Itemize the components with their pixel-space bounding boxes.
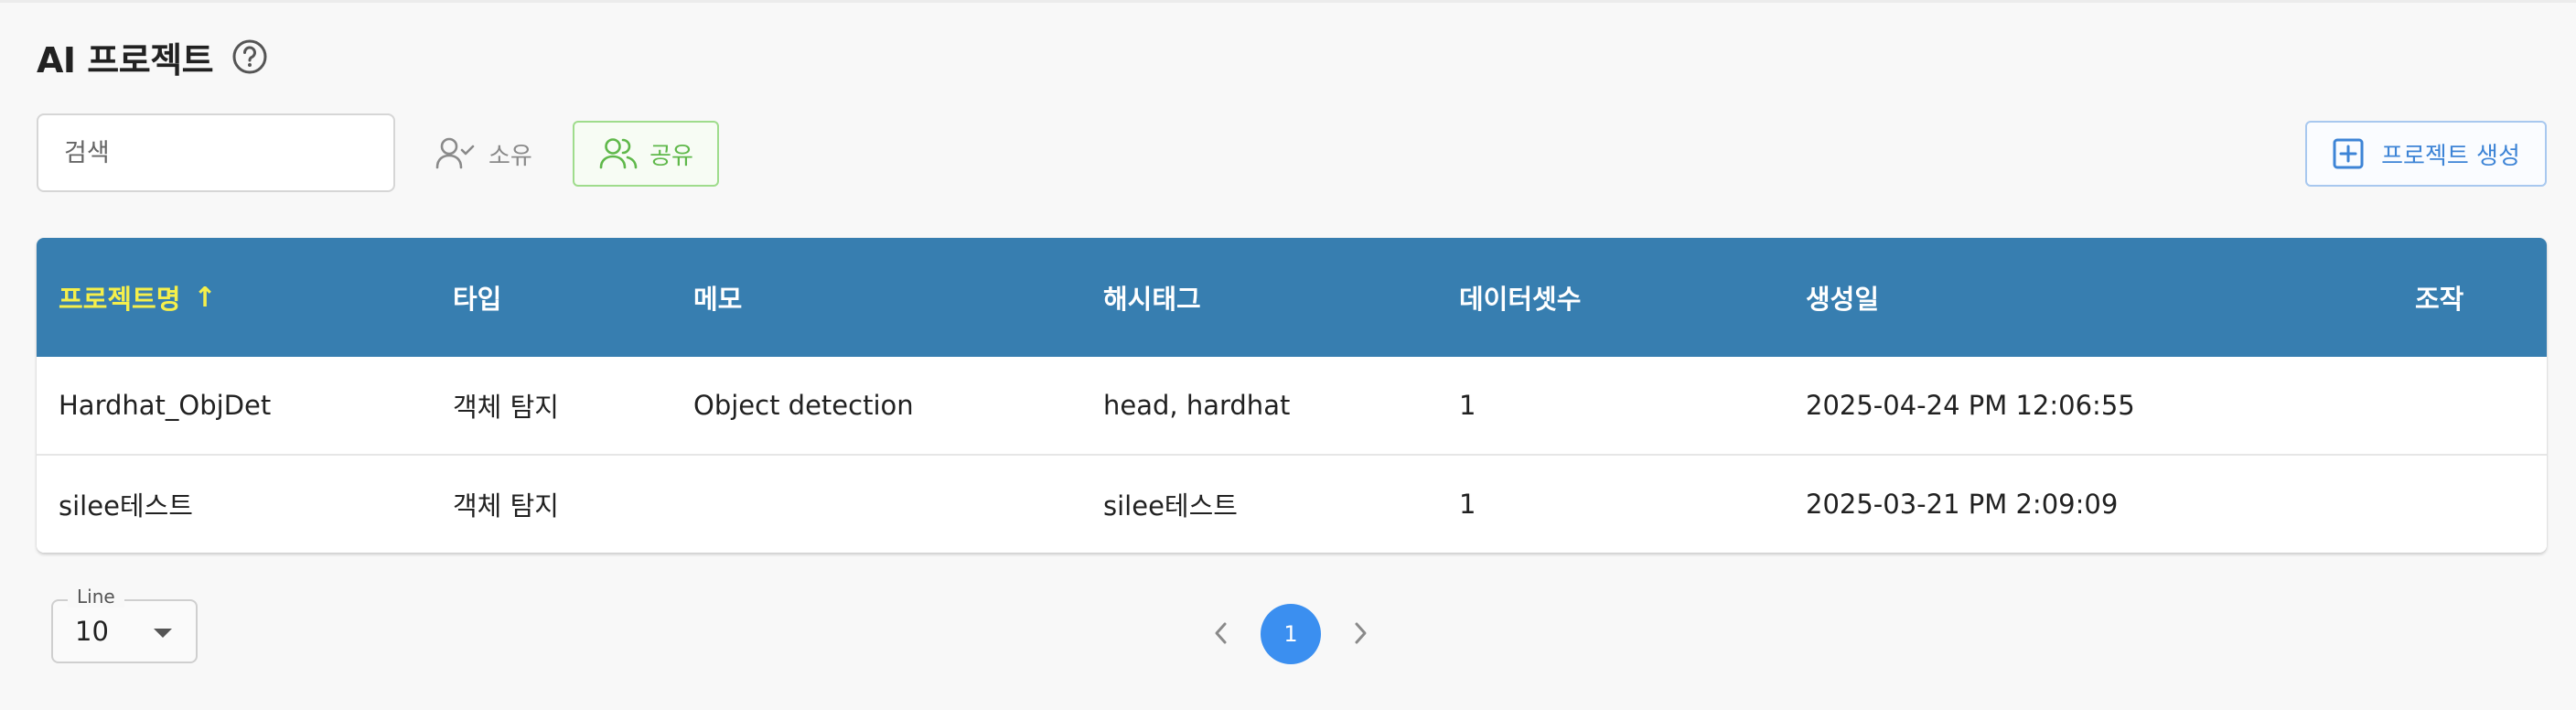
cell-created: 2025-04-24 PM 12:06:55 — [1806, 390, 2135, 421]
table-row[interactable]: silee테스트 객체 탐지 silee테스트 1 2025-03-21 PM … — [37, 456, 2547, 553]
cell-hashtags: silee테스트 — [1103, 490, 1238, 522]
cell-hashtags: head, hardhat — [1103, 390, 1291, 421]
user-check-icon — [435, 137, 475, 169]
column-header-memo[interactable]: 메모 — [693, 238, 742, 357]
rows-per-page-value: 10 — [75, 616, 109, 647]
table-header: 프로젝트명 ↑ 타입 메모 해시태그 데이터셋수 생성일 조작 — [37, 238, 2547, 357]
help-circle-icon[interactable] — [231, 38, 268, 75]
column-header-created[interactable]: 생성일 — [1806, 238, 1879, 357]
column-header-project-name[interactable]: 프로젝트명 ↑ — [59, 238, 217, 357]
share-filter-label: 공유 — [649, 142, 693, 170]
create-project-label: 프로젝트 생성 — [2381, 142, 2520, 170]
sort-arrow-up-icon: ↑ — [193, 281, 217, 314]
page-header: AI 프로젝트 — [37, 33, 268, 81]
users-icon — [599, 138, 638, 169]
rows-per-page-select[interactable]: Line 10 — [51, 586, 198, 663]
page-title: AI 프로젝트 — [37, 39, 214, 81]
chevron-left-icon — [1215, 622, 1227, 644]
search-box[interactable] — [37, 113, 395, 192]
column-header-label: 생성일 — [1806, 284, 1880, 315]
cell-type: 객체 탐지 — [453, 490, 559, 522]
column-header-label: 데이터셋수 — [1459, 284, 1582, 315]
prev-page-button[interactable] — [1209, 615, 1233, 651]
table-row[interactable]: Hardhat_ObjDet 객체 탐지 Object detection he… — [37, 357, 2547, 456]
cell-project-name: Hardhat_ObjDet — [59, 390, 272, 421]
column-header-type[interactable]: 타입 — [453, 238, 501, 357]
column-header-label: 프로젝트명 — [59, 284, 181, 315]
column-header-dataset-count[interactable]: 데이터셋수 — [1459, 238, 1581, 357]
search-input[interactable] — [62, 137, 393, 168]
rows-per-page-label: Line — [68, 586, 124, 608]
own-filter-button[interactable]: 소유 — [426, 121, 540, 187]
column-header-label: 조작 — [2415, 284, 2464, 315]
caret-down-icon — [154, 629, 172, 638]
cell-project-name: silee테스트 — [59, 490, 193, 522]
column-header-label: 해시태그 — [1103, 284, 1201, 315]
own-filter-label: 소유 — [488, 142, 532, 170]
plus-square-icon — [2333, 138, 2364, 169]
column-header-label: 메모 — [693, 284, 743, 315]
chevron-right-icon — [1355, 622, 1367, 644]
cell-dataset-count: 1 — [1459, 489, 1476, 520]
cell-type: 객체 탐지 — [453, 392, 559, 423]
cell-created: 2025-03-21 PM 2:09:09 — [1806, 489, 2119, 520]
cell-memo: Object detection — [693, 390, 914, 421]
page-button-current[interactable]: 1 — [1261, 604, 1321, 664]
column-header-actions: 조작 — [2415, 238, 2463, 357]
project-table: 프로젝트명 ↑ 타입 메모 해시태그 데이터셋수 생성일 조작 Hardhat_… — [37, 238, 2547, 553]
column-header-label: 타입 — [453, 284, 502, 315]
top-divider — [0, 0, 2576, 3]
share-filter-button[interactable]: 공유 — [573, 121, 719, 187]
cell-dataset-count: 1 — [1459, 390, 1476, 421]
next-page-button[interactable] — [1348, 615, 1372, 651]
create-project-button[interactable]: 프로젝트 생성 — [2305, 121, 2547, 187]
column-header-hashtags[interactable]: 해시태그 — [1103, 238, 1201, 357]
